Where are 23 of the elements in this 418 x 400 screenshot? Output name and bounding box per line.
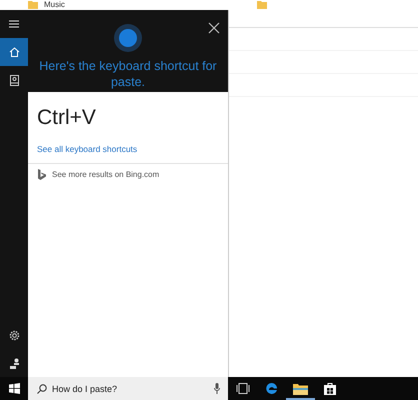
feedback-icon[interactable]: [8, 358, 20, 368]
shortcuts-link[interactable]: See all keyboard shortcuts: [37, 144, 138, 154]
store-icon[interactable]: [324, 382, 336, 395]
menu-icon[interactable]: [9, 20, 19, 28]
notebook-icon[interactable]: [10, 74, 18, 86]
edge-icon[interactable]: [265, 382, 278, 395]
bing-icon: [38, 169, 46, 180]
microphone-icon[interactable]: [214, 383, 220, 394]
search-box[interactable]: How do I paste?: [28, 377, 228, 400]
cortana-orb-icon: [114, 24, 142, 52]
rail-item[interactable]: [0, 38, 28, 66]
windows-icon[interactable]: [8, 383, 20, 394]
close-icon[interactable]: [208, 22, 220, 34]
settings-icon[interactable]: [8, 330, 20, 340]
search-field[interactable]: How do I paste?: [52, 384, 209, 394]
bing-results-link[interactable]: See more results on Bing.com: [52, 170, 160, 179]
answer-heading: Here's the keyboard shortcut for paste.: [38, 58, 218, 90]
home-icon[interactable]: [8, 47, 20, 57]
task-view-icon[interactable]: [236, 383, 250, 394]
folder-label[interactable]: Music: [44, 0, 65, 10]
shortcut-text: Ctrl+V: [37, 106, 97, 130]
search-icon: [37, 384, 47, 394]
folder-icon[interactable]: [293, 382, 308, 394]
